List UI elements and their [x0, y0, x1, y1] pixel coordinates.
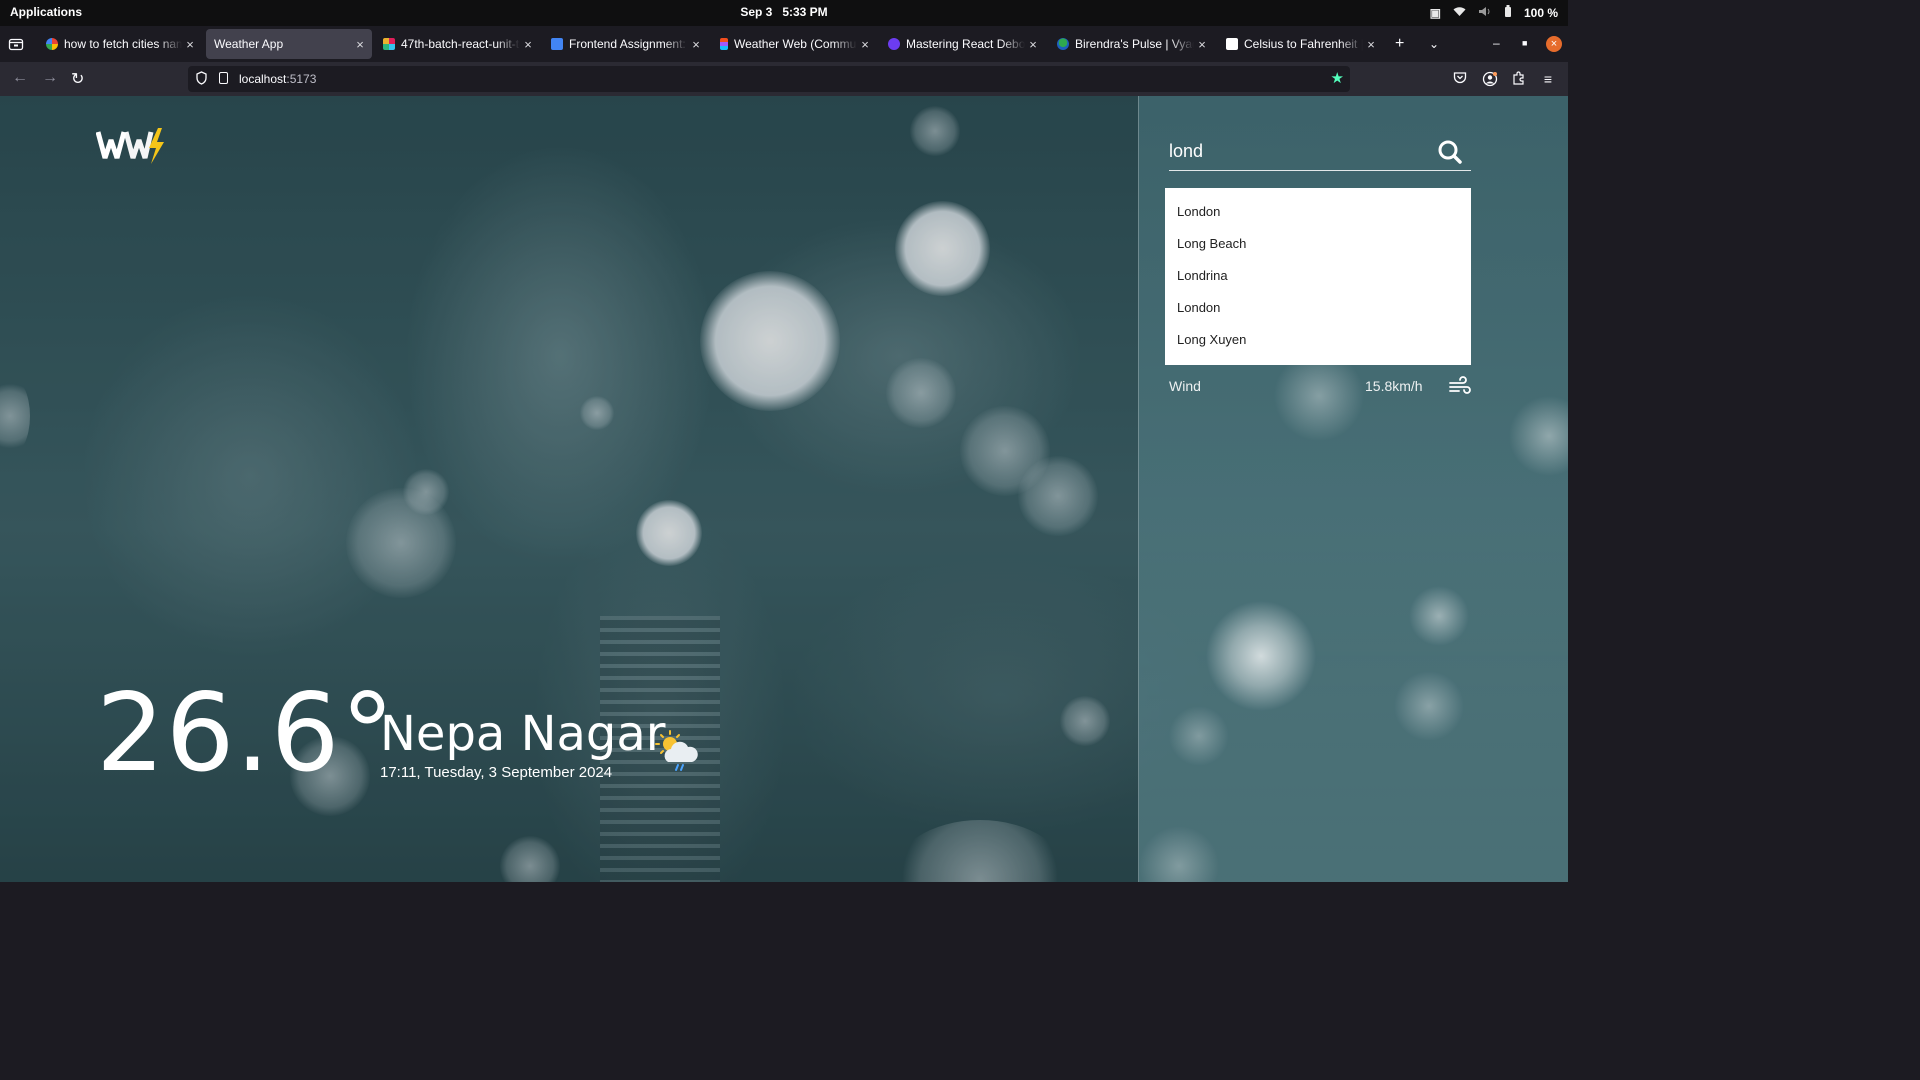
city-search-input[interactable]: [1169, 134, 1469, 168]
wifi-icon: [1453, 6, 1466, 20]
search-icon[interactable]: [1437, 138, 1463, 166]
tab-title: Frontend Assignment: We: [569, 37, 688, 51]
forward-arrow-icon[interactable]: →: [42, 69, 58, 87]
close-tab-icon[interactable]: ×: [857, 37, 873, 52]
close-tab-icon[interactable]: ×: [352, 37, 368, 52]
tab-weather-app[interactable]: Weather App ×: [206, 29, 372, 59]
search-details-panel: London Long Beach Londrina London Long X…: [1138, 96, 1568, 882]
tab-google-docs[interactable]: Frontend Assignment: We ×: [543, 29, 708, 59]
system-tray[interactable]: ▣ 100 %: [1430, 5, 1558, 20]
list-all-tabs-icon[interactable]: ⌄: [1429, 34, 1439, 54]
search-underline: [1169, 170, 1471, 171]
menu-hamburger-icon[interactable]: ≡: [1540, 71, 1556, 87]
navigation-toolbar: ← → ↻ localhost:5173 ★ ≡: [0, 62, 1568, 96]
tab-title: Celsius to Fahrenheit | °: [1244, 37, 1363, 51]
weather-app-logo[interactable]: [96, 126, 166, 166]
figma-icon: [720, 38, 728, 50]
google-icon: [46, 38, 58, 50]
screen-icon: ▣: [1429, 5, 1441, 20]
tab-title: how to fetch cities name: [64, 37, 182, 51]
tab-react-debounce[interactable]: Mastering React Debounc ×: [880, 29, 1045, 59]
url-text[interactable]: localhost:5173: [239, 72, 316, 86]
city-name: Nepa Nagar: [380, 706, 666, 762]
tab-title: Birendra's Pulse | Vyagu: [1075, 37, 1194, 51]
tab-title: 47th-batch-react-unit-te: [401, 37, 520, 51]
pulse-icon: [1057, 38, 1069, 50]
tab-strip: how to fetch cities name × Weather App ×…: [0, 26, 1568, 62]
minimize-icon[interactable]: –: [1493, 36, 1500, 50]
close-tab-icon[interactable]: ×: [1363, 37, 1379, 52]
clock-time: 5:33 PM: [782, 5, 828, 19]
account-icon[interactable]: [1482, 71, 1498, 87]
sun-cloud-rain-icon: [655, 730, 698, 771]
suggestion-item[interactable]: Long Beach: [1165, 228, 1471, 260]
page-info-icon[interactable]: [219, 72, 228, 84]
close-tab-icon[interactable]: ×: [688, 37, 704, 52]
wind-icon: [1449, 376, 1471, 394]
pocket-icon[interactable]: [1452, 71, 1468, 87]
back-arrow-icon[interactable]: ←: [12, 69, 28, 87]
web-page: 26.6° Nepa Nagar 17:11, Tuesday, 3 Septe…: [0, 96, 1568, 882]
url-port: :5173: [286, 72, 317, 86]
suggestion-item[interactable]: Londrina: [1165, 260, 1471, 292]
system-clock[interactable]: Sep 3 5:33 PM: [0, 5, 1568, 19]
suggestion-item[interactable]: London: [1165, 292, 1471, 324]
docs-icon: [551, 38, 563, 50]
city-suggestions-dropdown: London Long Beach Londrina London Long X…: [1165, 188, 1471, 365]
shield-icon[interactable]: [196, 71, 207, 85]
close-tab-icon[interactable]: ×: [182, 37, 198, 52]
url-bar[interactable]: localhost:5173 ★: [188, 66, 1350, 92]
article-icon: [888, 38, 900, 50]
window-close-icon[interactable]: ×: [1546, 36, 1562, 52]
battery-percent: 100 %: [1523, 5, 1558, 20]
wind-value: 15.8km/h: [1365, 378, 1423, 394]
current-temperature: 26.6°: [96, 671, 396, 796]
suggestion-item[interactable]: London: [1165, 196, 1471, 228]
tab-celsius-fahrenheit[interactable]: Celsius to Fahrenheit | ° ×: [1218, 29, 1383, 59]
close-tab-icon[interactable]: ×: [1025, 37, 1041, 52]
battery-icon: [1504, 5, 1512, 20]
clock-date: Sep 3: [740, 5, 773, 19]
volume-icon: [1478, 6, 1492, 20]
tab-overview-icon[interactable]: [8, 36, 24, 52]
url-host: localhost: [239, 72, 287, 86]
new-tab-button[interactable]: +: [1395, 34, 1404, 54]
suggestion-item[interactable]: Long Xuyen: [1165, 324, 1471, 356]
tab-title: Weather App: [214, 37, 284, 51]
close-tab-icon[interactable]: ×: [520, 37, 536, 52]
wind-label: Wind: [1169, 378, 1201, 394]
slack-icon: [383, 38, 395, 50]
extensions-icon[interactable]: [1511, 71, 1527, 87]
tab-figma[interactable]: Weather Web (Communit ×: [712, 29, 877, 59]
tab-google-search[interactable]: how to fetch cities name ×: [38, 29, 202, 59]
tab-title: Weather Web (Communit: [734, 37, 857, 51]
bookmark-star-icon[interactable]: ★: [1331, 69, 1344, 87]
tab-title: Mastering React Debounc: [906, 37, 1025, 51]
tab-birendras-pulse[interactable]: Birendra's Pulse | Vyagu ×: [1049, 29, 1214, 59]
close-tab-icon[interactable]: ×: [1194, 37, 1210, 52]
system-top-bar: Applications Sep 3 5:33 PM ▣ 100 %: [0, 0, 1568, 26]
reload-icon[interactable]: ↻: [71, 69, 84, 89]
terminal-icon: [1226, 38, 1238, 50]
maximize-icon[interactable]: ■: [1522, 38, 1527, 48]
local-datetime: 17:11, Tuesday, 3 September 2024: [380, 764, 613, 781]
tab-slack[interactable]: 47th-batch-react-unit-te ×: [375, 29, 540, 59]
